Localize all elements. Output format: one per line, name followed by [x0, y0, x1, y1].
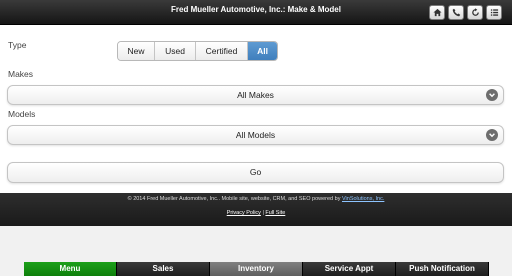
- go-button[interactable]: Go: [7, 162, 504, 183]
- models-label: Models: [8, 109, 36, 119]
- type-label: Type: [8, 40, 27, 50]
- home-icon: [432, 8, 442, 17]
- tab-menu[interactable]: Menu: [24, 262, 117, 276]
- vendor-link[interactable]: VinSolutions, Inc.: [342, 196, 384, 202]
- type-option-certified[interactable]: Certified: [196, 42, 248, 60]
- models-select[interactable]: All Models: [7, 125, 504, 145]
- makes-label: Makes: [8, 69, 34, 79]
- top-bar: Fred Mueller Automotive, Inc.: Make & Mo…: [0, 0, 512, 25]
- chevron-down-icon: [486, 129, 498, 141]
- makes-selected-value: All Makes: [237, 90, 274, 100]
- privacy-policy-link[interactable]: Privacy Policy: [227, 210, 261, 216]
- menu-list-button[interactable]: [486, 5, 502, 20]
- type-option-used[interactable]: Used: [155, 42, 196, 60]
- copyright-line: © 2014 Fred Mueller Automotive, Inc.. Mo…: [0, 196, 512, 202]
- phone-button[interactable]: [448, 5, 464, 20]
- copyright-text: © 2014 Fred Mueller Automotive, Inc.. Mo…: [127, 196, 342, 202]
- makes-select[interactable]: All Makes: [7, 85, 504, 105]
- type-option-all[interactable]: All: [248, 42, 277, 60]
- type-segmented-control: New Used Certified All: [117, 41, 278, 61]
- tab-service-appt[interactable]: Service Appt: [303, 262, 396, 276]
- footer: © 2014 Fred Mueller Automotive, Inc.. Mo…: [0, 193, 512, 226]
- page-title: Fred Mueller Automotive, Inc.: Make & Mo…: [171, 5, 341, 14]
- phone-icon: [452, 8, 460, 17]
- chevron-down-icon: [486, 89, 498, 101]
- tab-push-notification[interactable]: Push Notification: [396, 262, 489, 276]
- tab-sales[interactable]: Sales: [117, 262, 210, 276]
- menu-list-icon: [490, 9, 498, 16]
- full-site-link[interactable]: Full Site: [265, 210, 285, 216]
- tab-inventory[interactable]: Inventory: [210, 262, 303, 276]
- refresh-icon: [471, 8, 479, 16]
- footer-links: Privacy Policy | Full Site: [0, 210, 512, 216]
- type-option-new[interactable]: New: [118, 42, 155, 60]
- refresh-button[interactable]: [467, 5, 483, 20]
- home-button[interactable]: [429, 5, 445, 20]
- bottom-tab-bar: Menu Sales Inventory Service Appt Push N…: [24, 262, 489, 276]
- models-selected-value: All Models: [235, 130, 276, 140]
